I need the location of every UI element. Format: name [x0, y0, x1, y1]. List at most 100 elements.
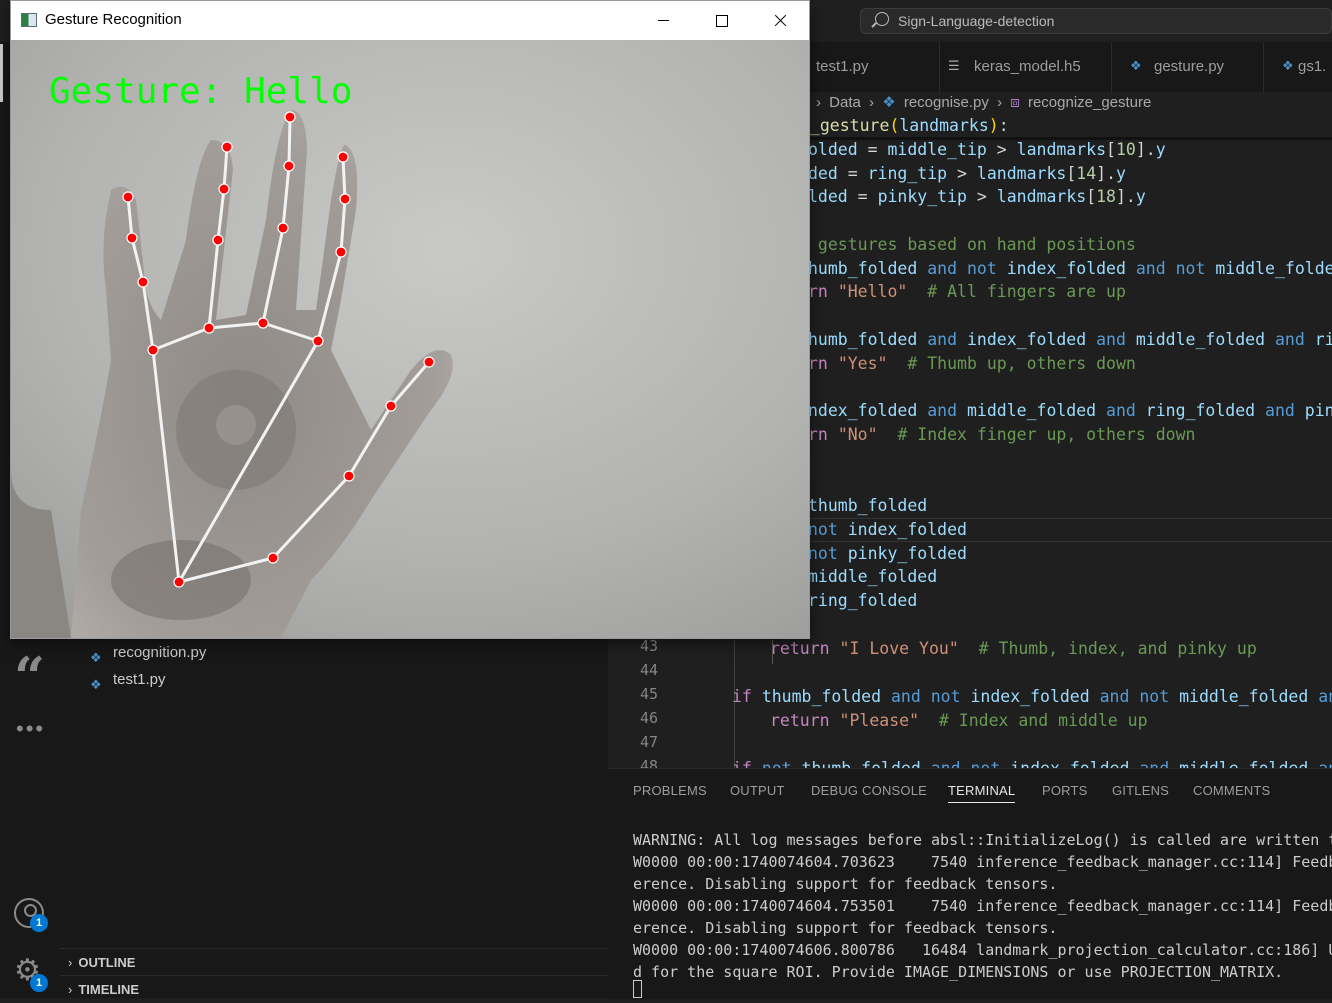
code-line: humb_folded and not index_folded and not…: [808, 259, 1332, 278]
timeline-section-header[interactable]: › TIMELINE: [60, 975, 608, 1003]
function-cube-icon: ⧈: [1010, 94, 1020, 111]
landmark-point: [122, 191, 134, 203]
tab-label: gs1.: [1298, 58, 1327, 75]
chevron-right-icon: ›: [68, 982, 73, 997]
landmark-point: [257, 317, 269, 329]
command-center-search[interactable]: Sign-Language-detection: [860, 8, 1332, 34]
code-line: if thumb_folded and not index_folded and…: [732, 687, 1332, 706]
skeleton-connection: [287, 115, 292, 168]
line-number: 46: [640, 709, 659, 727]
code-line: return "I Love You" # Thumb, index, and …: [770, 639, 1257, 658]
code-line: ring_folded: [808, 591, 918, 610]
landmark-point: [343, 470, 355, 482]
code-line: lded = pinky_tip > landmarks[18].y: [808, 187, 1146, 206]
tab-label: gesture.py: [1154, 58, 1225, 75]
code-line: rn "No" # Index finger up, others down: [808, 425, 1196, 444]
code-line: rn "Yes" # Thumb up, others down: [808, 354, 1136, 373]
terminal-line: d for the square ROI. Provide IMAGE_DIME…: [633, 963, 1284, 981]
gesture-recognition-window[interactable]: Gesture Recognition Gesture: Hello: [10, 0, 810, 639]
terminal-line: erence. Disabling support for feedback t…: [633, 875, 1058, 893]
quote-icon[interactable]: “: [14, 650, 45, 704]
landmark-point: [137, 276, 149, 288]
landmark-point: [337, 151, 349, 163]
tab-output[interactable]: OUTPUT: [730, 783, 785, 798]
landmark-point: [203, 322, 215, 334]
tab-debug-console[interactable]: DEBUG CONSOLE: [811, 783, 927, 798]
tab-comments[interactable]: COMMENTS: [1193, 783, 1270, 798]
line-number: 43: [640, 637, 659, 655]
file-test1-py[interactable]: ❖ test1.py: [90, 668, 166, 692]
code-line: return "Please" # Index and middle up: [770, 711, 1148, 730]
terminal-line: W0000 00:00:1740074604.703623 7540 infer…: [633, 853, 1332, 871]
breadcrumb-chevron-icon: ›: [997, 94, 1003, 111]
code-line: ndex_folded and middle_folded and ring_f…: [808, 401, 1332, 420]
landmark-point: [277, 222, 289, 234]
landmark-point: [221, 141, 233, 153]
tab-test1-py[interactable]: test1.py: [790, 42, 940, 92]
settings-badge: 1: [30, 974, 48, 992]
camera-feed: Gesture: Hello: [11, 40, 809, 638]
window-title: Gesture Recognition: [45, 11, 182, 28]
skeleton-connection: [341, 155, 347, 201]
landmark-point: [173, 576, 185, 588]
line-number: 44: [640, 661, 659, 679]
more-actions-icon[interactable]: •••: [16, 716, 45, 742]
python-file-icon: ❖: [882, 94, 896, 111]
landmark-point: [385, 400, 397, 412]
tab-terminal[interactable]: TERMINAL: [948, 783, 1016, 803]
python-file-icon: ❖: [1282, 58, 1294, 73]
tab-label: keras_model.h5: [974, 58, 1081, 75]
landmark-point: [147, 344, 159, 356]
file-name: recognition.py: [113, 644, 207, 661]
window-titlebar[interactable]: Gesture Recognition: [11, 1, 809, 40]
tab-gitlens[interactable]: GITLENS: [1112, 783, 1169, 798]
chevron-right-icon: ›: [68, 955, 73, 970]
tab-label: test1.py: [816, 58, 869, 75]
timeline-label: TIMELINE: [78, 982, 140, 997]
terminal-line: W0000 00:00:1740074604.753501 7540 infer…: [633, 897, 1332, 915]
landmark-point: [267, 552, 279, 564]
tab-problems[interactable]: PROBLEMS: [633, 783, 707, 798]
explorer-sidebar: ❖ recognition.py ❖ test1.py › OUTLINE › TIME…: [60, 639, 608, 998]
gesture-label: Gesture: Hello: [49, 71, 352, 112]
code-line: ded = ring_tip > landmarks[14].y: [808, 164, 1126, 183]
outline-label: OUTLINE: [78, 955, 136, 970]
outline-section-header[interactable]: › OUTLINE: [60, 948, 608, 976]
tab-ports[interactable]: PORTS: [1042, 783, 1088, 798]
accounts-icon[interactable]: 1: [14, 898, 48, 932]
breadcrumb-file[interactable]: recognise.py: [904, 94, 989, 111]
file-name: test1.py: [113, 671, 166, 688]
maximize-button[interactable]: [693, 1, 751, 40]
breadcrumb: › Data › ❖ recognise.py › ⧈ recognize_ge…: [790, 92, 1332, 116]
terminal-cursor: [633, 980, 642, 998]
tab-gs1[interactable]: gs1.: [1264, 42, 1332, 92]
line-number: 48: [640, 757, 659, 768]
landmark-point: [284, 111, 296, 123]
activity-bar-active-indicator: [0, 44, 3, 102]
landmark-point: [335, 246, 347, 258]
file-recognition-py[interactable]: ❖ recognition.py: [90, 641, 206, 665]
camera-feed-canvas: Gesture: Hello: [11, 40, 809, 638]
minimize-button[interactable]: [635, 1, 693, 40]
file-lines-icon: ☰: [948, 58, 960, 73]
python-file-icon: ❖: [90, 677, 102, 693]
close-button[interactable]: [751, 1, 809, 40]
code-line: rn "Hello" # All fingers are up: [808, 282, 1126, 301]
code-line: olded = middle_tip > landmarks[10].y: [808, 140, 1166, 159]
settings-gear-icon[interactable]: ⚙ 1: [14, 956, 48, 992]
landmark-point: [423, 356, 435, 368]
accounts-badge: 1: [30, 914, 48, 932]
landmark-point: [339, 193, 351, 205]
breadcrumb-folder[interactable]: Data: [829, 94, 861, 111]
line-number: 47: [640, 733, 659, 751]
breadcrumb-chevron-icon: ›: [816, 94, 821, 111]
code-line: middle_folded: [808, 567, 938, 586]
landmark-point: [283, 160, 295, 172]
editor-tabs: test1.py keras_model.h5 gesture.py gs1.: [790, 42, 1332, 92]
code-line: gestures based on hand positions: [808, 235, 1136, 254]
breadcrumb-symbol[interactable]: recognize_gesture: [1028, 94, 1151, 111]
python-file-icon: ❖: [90, 650, 102, 666]
tab-keras-model-h5[interactable]: keras_model.h5: [940, 42, 1112, 92]
landmark-point: [126, 232, 138, 244]
app-icon: [21, 13, 37, 27]
